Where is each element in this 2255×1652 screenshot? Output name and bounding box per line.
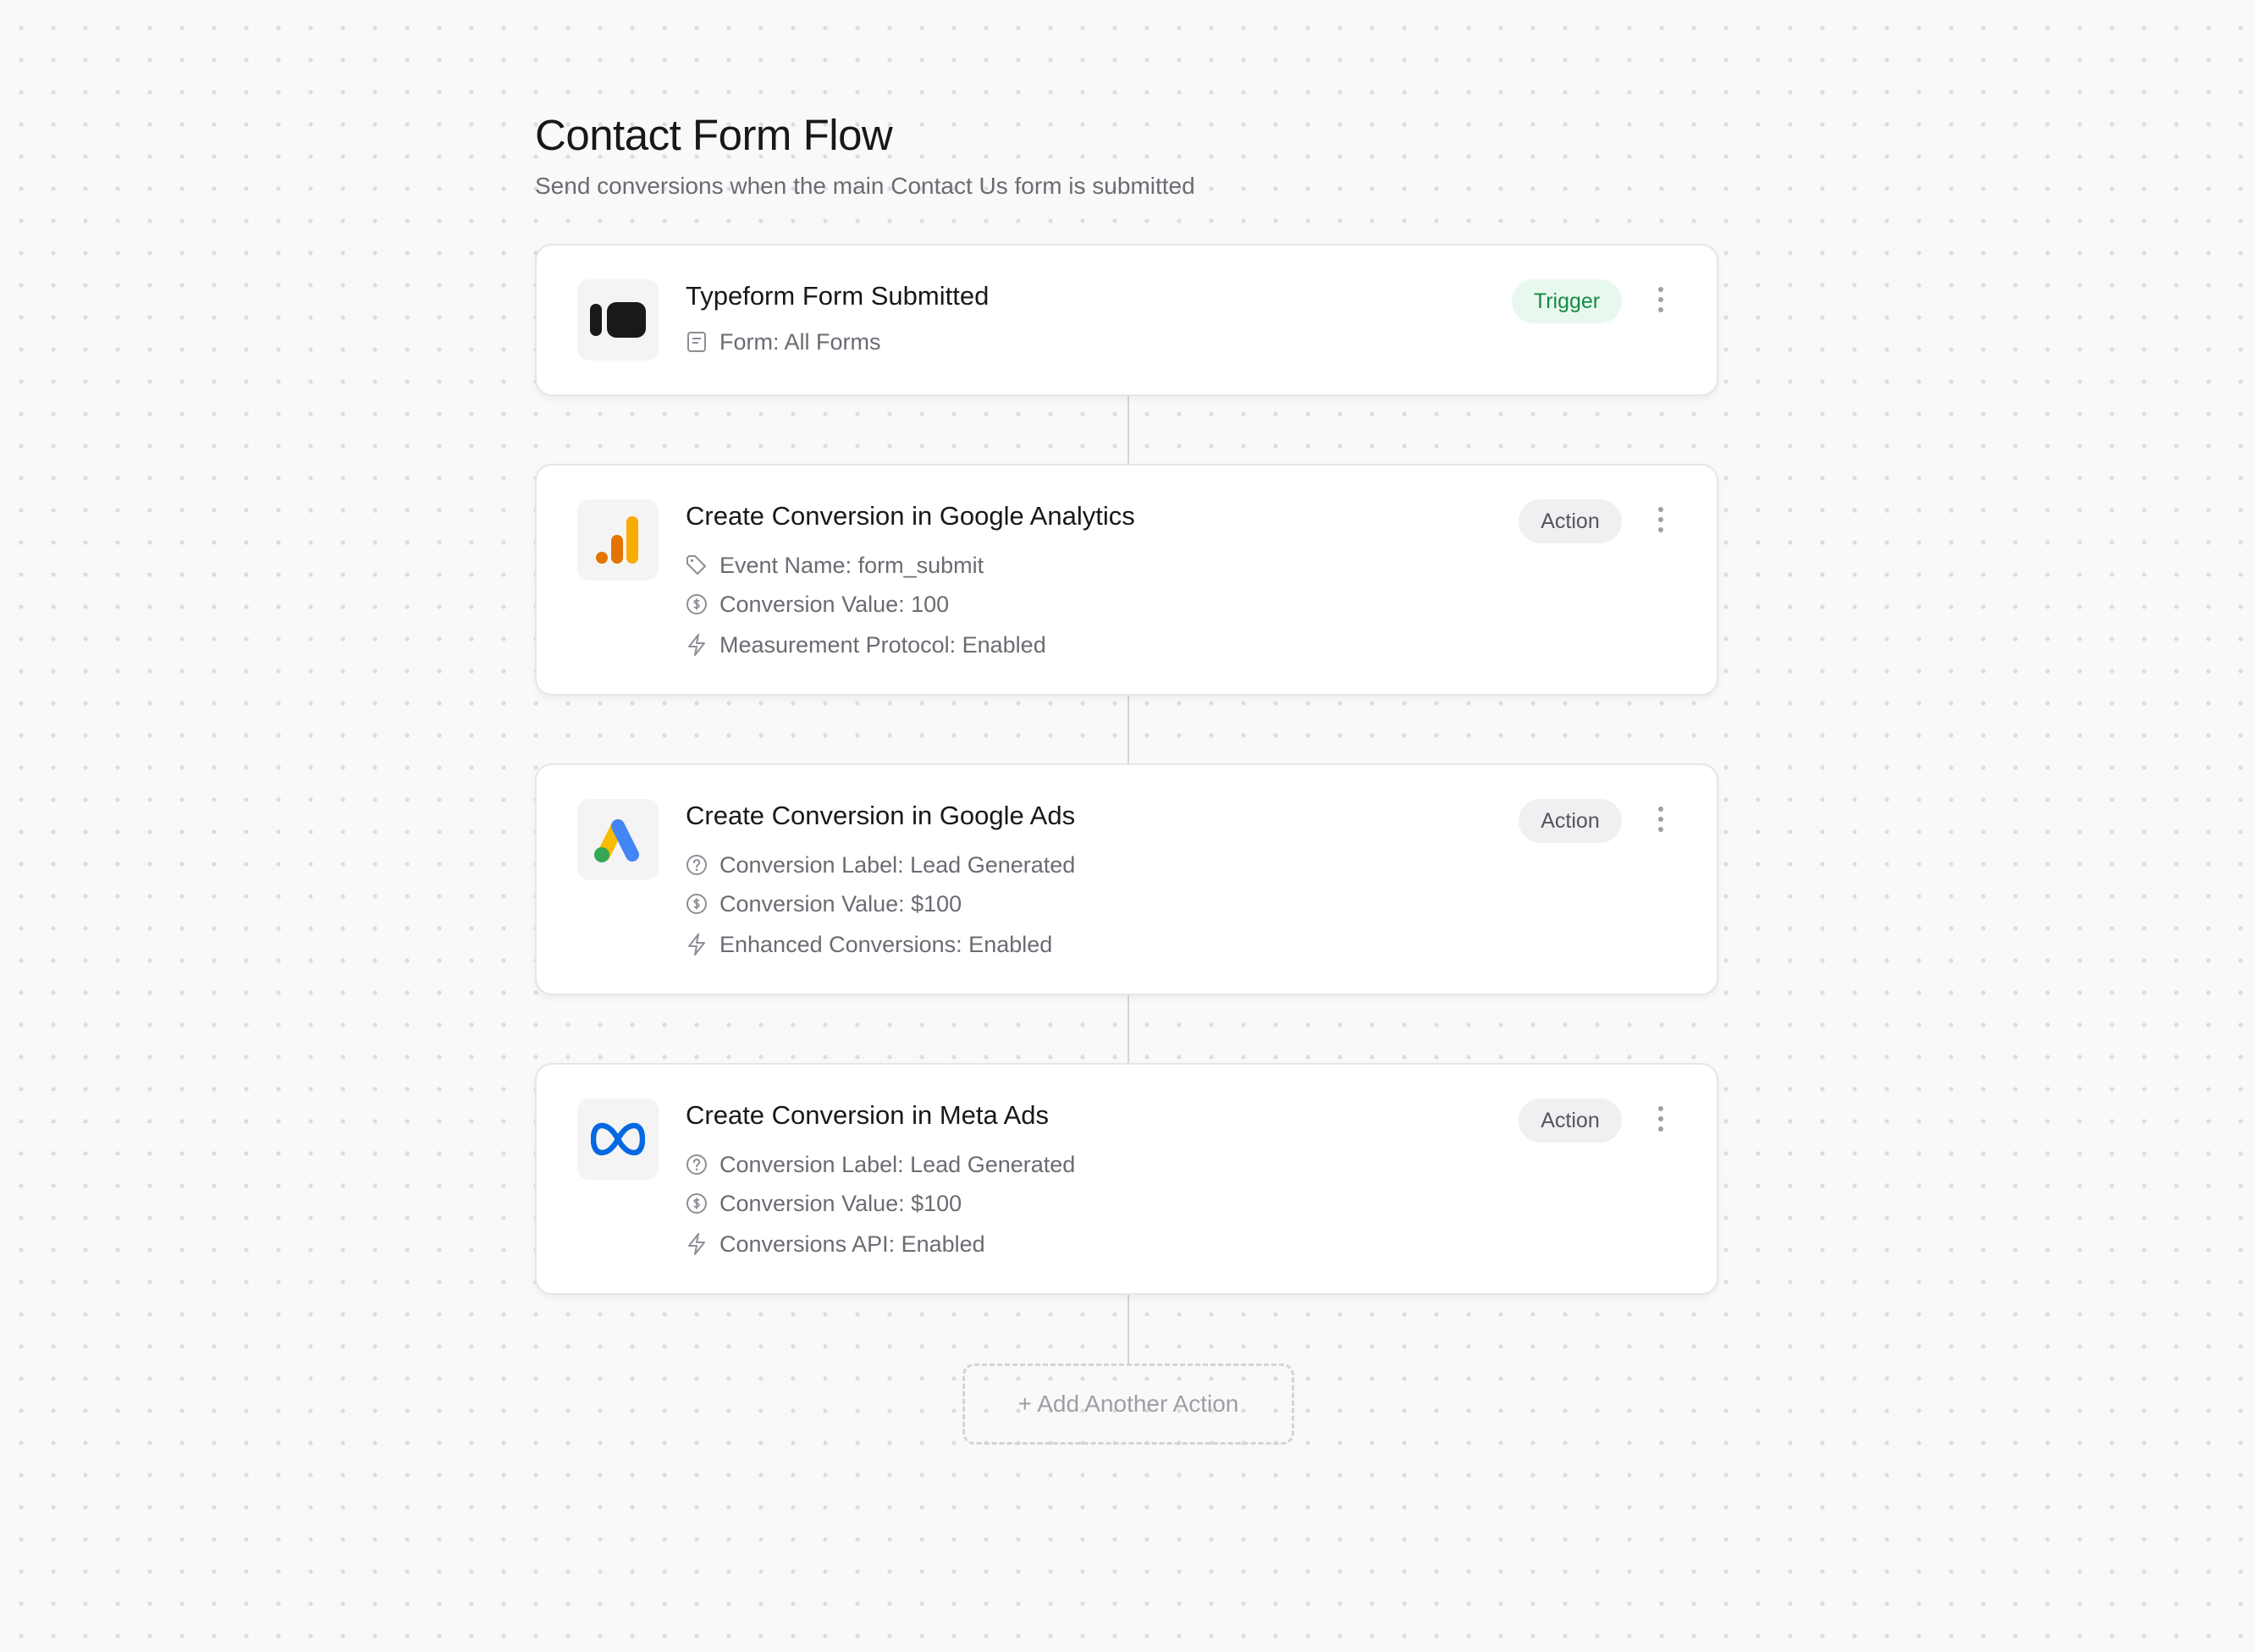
step-detail: Conversions API: Enabled — [686, 1227, 985, 1261]
form-document-icon — [686, 331, 708, 353]
connector-line — [1128, 994, 1129, 1063]
dollar-circle-icon — [686, 893, 708, 915]
step-title: Create Conversion in Google Ads — [686, 801, 1076, 830]
more-options-icon[interactable] — [1652, 801, 1669, 838]
step-title: Create Conversion in Meta Ads — [686, 1100, 1050, 1130]
step-detail: Conversion Label: Lead Generated — [686, 848, 1075, 882]
connector-line — [1128, 1293, 1129, 1364]
step-detail-text: Form: All Forms — [720, 328, 881, 355]
step-card-google-analytics[interactable]: Create Conversion in Google Analytics Ev… — [535, 464, 1718, 696]
action-badge: Action — [1519, 1099, 1622, 1143]
step-detail-text: Conversion Value: $100 — [720, 1190, 962, 1216]
tag-icon — [686, 554, 708, 576]
page-subtitle: Send conversions when the main Contact U… — [535, 173, 1195, 199]
step-detail-text: Measurement Protocol: Enabled — [720, 631, 1046, 658]
step-detail-text: Conversion Value: $100 — [720, 890, 962, 917]
step-card-meta-ads[interactable]: Create Conversion in Meta Ads Conversion… — [535, 1063, 1718, 1295]
step-detail-text: Conversion Label: Lead Generated — [720, 851, 1076, 878]
google-analytics-logo-icon — [577, 499, 659, 581]
step-card-trigger[interactable]: Typeform Form Submitted Form: All Forms … — [535, 244, 1718, 396]
connector-line — [1128, 394, 1129, 464]
step-detail-text: Event Name: form_submit — [720, 552, 984, 578]
step-detail-text: Conversions API: Enabled — [720, 1231, 985, 1257]
step-detail-text: Conversion Label: Lead Generated — [720, 1151, 1076, 1177]
step-detail: Event Name: form_submit — [686, 548, 984, 582]
step-title: Create Conversion in Google Analytics — [686, 501, 1135, 531]
typeform-logo-icon — [577, 279, 659, 361]
lightning-icon — [686, 1233, 708, 1255]
step-title: Typeform Form Submitted — [686, 281, 990, 311]
more-options-icon[interactable] — [1652, 1100, 1669, 1137]
page-title: Contact Form Flow — [535, 111, 893, 159]
connector-line — [1128, 694, 1129, 763]
step-detail: Form: All Forms — [686, 325, 881, 359]
step-detail: Conversion Value: $100 — [686, 887, 962, 921]
step-detail: Conversion Value: $100 — [686, 1187, 962, 1220]
trigger-badge: Trigger — [1512, 279, 1622, 323]
dollar-circle-icon — [686, 593, 708, 615]
more-options-icon[interactable] — [1652, 281, 1669, 318]
lightning-icon — [686, 933, 708, 955]
action-badge: Action — [1519, 499, 1622, 543]
add-another-action-button[interactable]: + Add Another Action — [962, 1363, 1294, 1445]
step-detail-text: Conversion Value: 100 — [720, 591, 950, 617]
dollar-circle-icon — [686, 1192, 708, 1214]
help-circle-icon — [686, 854, 708, 876]
lightning-icon — [686, 634, 708, 656]
more-options-icon[interactable] — [1652, 501, 1669, 538]
step-card-google-ads[interactable]: Create Conversion in Google Ads Conversi… — [535, 763, 1718, 995]
meta-logo-icon — [577, 1099, 659, 1180]
step-detail: Conversion Label: Lead Generated — [686, 1148, 1075, 1181]
step-detail-text: Enhanced Conversions: Enabled — [720, 931, 1053, 957]
step-detail: Enhanced Conversions: Enabled — [686, 928, 1052, 961]
google-ads-logo-icon — [577, 799, 659, 880]
step-detail: Conversion Value: 100 — [686, 587, 949, 621]
step-detail: Measurement Protocol: Enabled — [686, 628, 1046, 662]
action-badge: Action — [1519, 799, 1622, 843]
help-circle-icon — [686, 1154, 708, 1176]
